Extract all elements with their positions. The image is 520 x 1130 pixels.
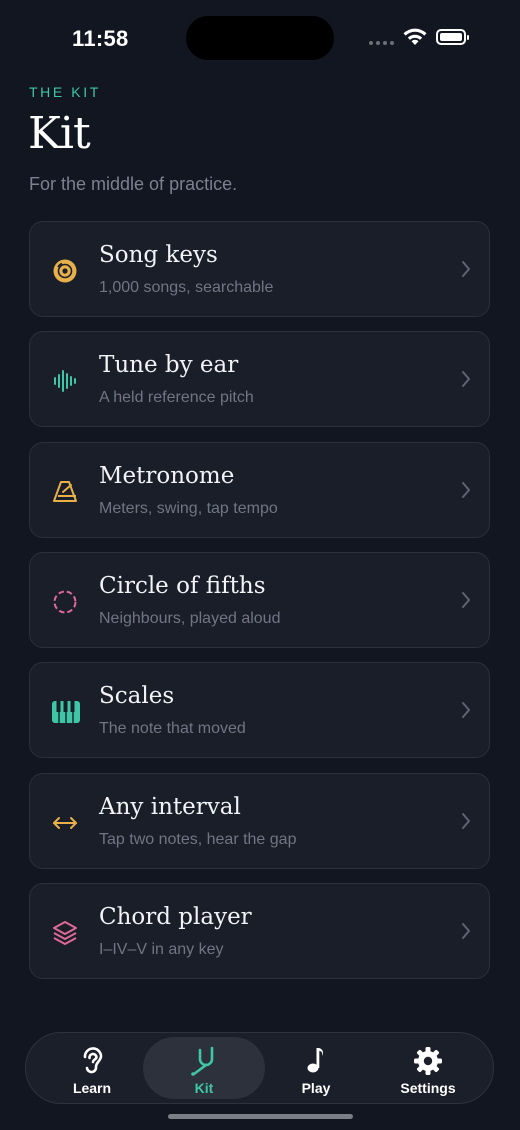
chevron-right-icon [462, 371, 470, 387]
home-indicator [168, 1114, 353, 1119]
wifi-icon [403, 28, 427, 45]
dashed-circle-icon [52, 589, 78, 615]
kit-item-description: The note that moved [99, 720, 246, 737]
kit-item-label: Metronome [99, 463, 235, 489]
status-time: 11:58 [72, 26, 129, 51]
kit-item-metronome[interactable]: Metronome Meters, swing, tap tempo [29, 442, 490, 538]
gear-icon [414, 1047, 442, 1075]
double-arrow-icon [52, 810, 78, 836]
tab-label: Play [301, 1080, 331, 1096]
tab-label: Kit [194, 1080, 214, 1096]
kit-item-description: 1,000 songs, searchable [99, 279, 274, 296]
piano-keys-icon [52, 699, 80, 725]
kit-item-label: Tune by ear [99, 352, 239, 378]
tab-play[interactable]: Play [255, 1037, 377, 1099]
kit-item-label: Scales [99, 683, 175, 709]
chevron-right-icon [462, 592, 470, 608]
dynamic-island [186, 16, 334, 60]
kit-item-song-keys[interactable]: Song keys 1,000 songs, searchable [29, 221, 490, 317]
tab-bar: Learn Kit Play Settings [25, 1032, 494, 1104]
cellular-signal-icon [369, 41, 395, 46]
status-bar: 11:58 [0, 0, 520, 80]
tab-kit[interactable]: Kit [143, 1037, 265, 1099]
kit-item-tune-by-ear[interactable]: Tune by ear A held reference pitch [29, 331, 490, 427]
ear-icon [83, 1047, 103, 1074]
tab-learn[interactable]: Learn [31, 1037, 153, 1099]
page-subtitle: For the middle of practice. [29, 174, 238, 194]
kit-item-description: I–IV–V in any key [99, 941, 224, 958]
chevron-right-icon [462, 923, 470, 939]
chevron-right-icon [462, 813, 470, 829]
tab-label: Settings [400, 1080, 456, 1096]
kit-item-label: Circle of fifths [99, 573, 266, 599]
waveform-icon [52, 368, 78, 394]
kit-item-chord-player[interactable]: Chord player I–IV–V in any key [29, 883, 490, 979]
kit-item-scales[interactable]: Scales The note that moved [29, 662, 490, 758]
section-eyebrow: THE KIT [29, 84, 101, 100]
battery-icon [436, 29, 469, 45]
metronome-icon [52, 479, 78, 505]
kit-item-any-interval[interactable]: Any interval Tap two notes, hear the gap [29, 773, 490, 869]
chevron-right-icon [462, 482, 470, 498]
kit-item-description: Meters, swing, tap tempo [99, 500, 278, 517]
kit-item-label: Any interval [99, 794, 241, 820]
kit-item-description: Tap two notes, hear the gap [99, 831, 297, 848]
music-note-icon [307, 1048, 323, 1073]
kit-item-description: Neighbours, played aloud [99, 610, 281, 627]
page-title: Kit [28, 108, 91, 159]
tuning-fork-icon [191, 1046, 214, 1076]
tab-settings[interactable]: Settings [367, 1037, 489, 1099]
kit-item-circle-of-fifths[interactable]: Circle of fifths Neighbours, played alou… [29, 552, 490, 648]
stack-icon [52, 920, 78, 946]
kit-item-label: Song keys [99, 242, 218, 268]
kit-item-label: Chord player [99, 904, 252, 930]
chevron-right-icon [462, 702, 470, 718]
tab-label: Learn [72, 1080, 112, 1096]
kit-item-description: A held reference pitch [99, 389, 254, 406]
chevron-right-icon [462, 261, 470, 277]
disc-icon [52, 258, 78, 284]
